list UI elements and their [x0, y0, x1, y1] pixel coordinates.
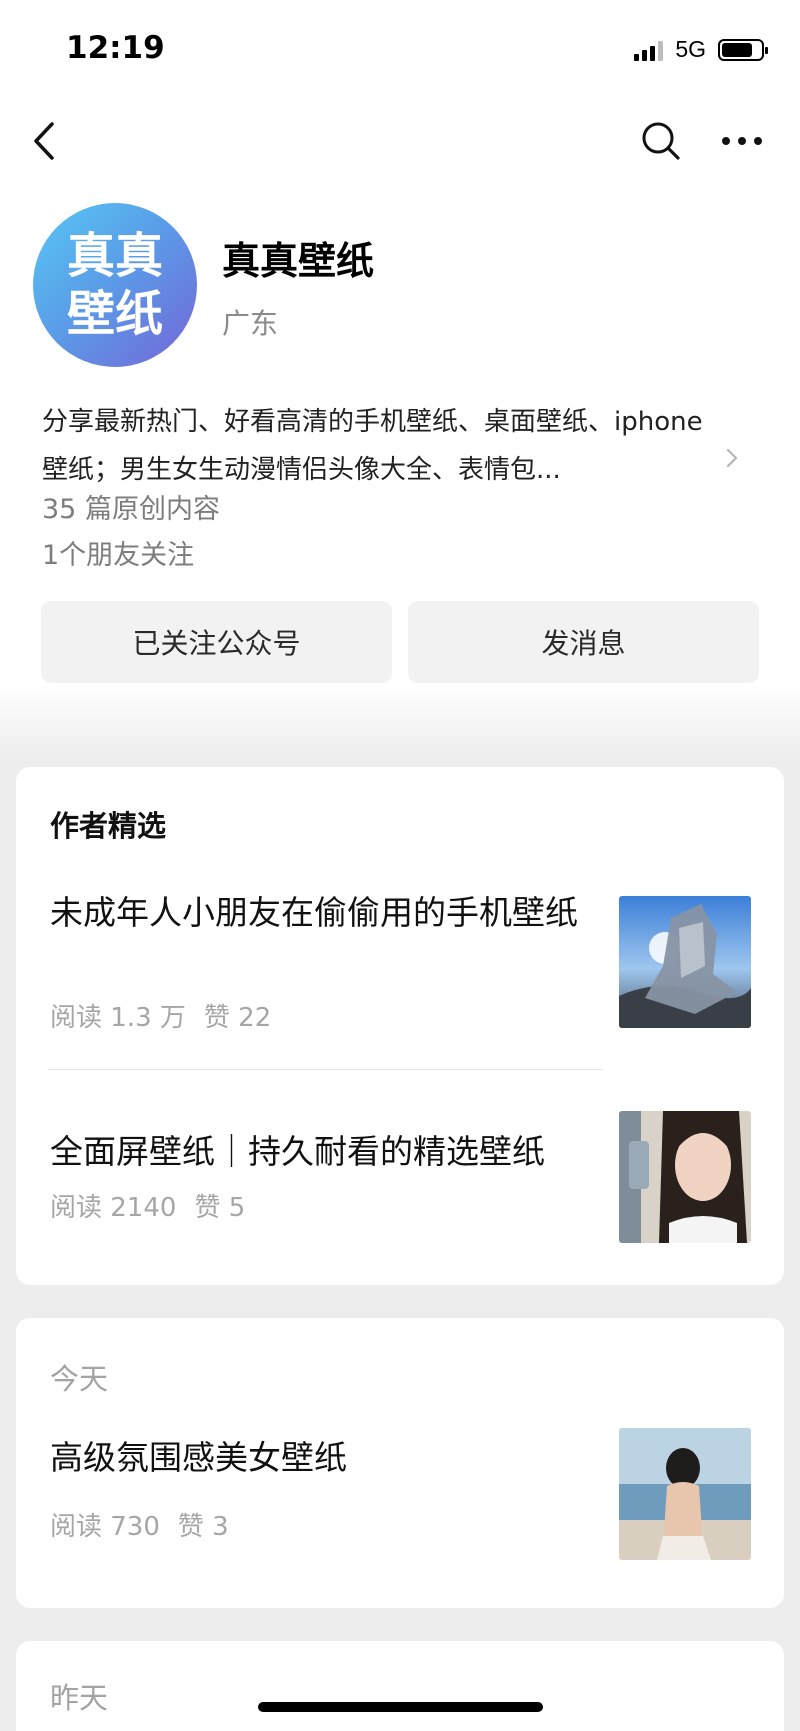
- avatar-text-line1: 真真: [66, 228, 163, 284]
- search-icon[interactable]: [640, 120, 682, 162]
- yesterday-articles-card: 昨天: [16, 1641, 784, 1731]
- article-thumbnail[interactable]: [619, 896, 751, 1028]
- chevron-right-icon[interactable]: [724, 446, 740, 470]
- section-title-today: 今天: [50, 1362, 109, 1396]
- avatar-text-line2: 壁纸: [66, 286, 163, 342]
- signal-icon: [634, 39, 664, 61]
- read-count: 阅读 1.3 万: [50, 1003, 186, 1033]
- article-meta: 阅读 1.3 万赞 22: [50, 997, 271, 1034]
- battery-icon: [718, 38, 768, 61]
- article-title[interactable]: 高级氛围感美女壁纸: [50, 1433, 610, 1483]
- like-count: 赞 5: [194, 1193, 246, 1223]
- article-thumbnail[interactable]: [619, 1111, 751, 1243]
- network-type: 5G: [675, 36, 706, 62]
- status-icons: 5G: [634, 36, 768, 63]
- friends-following[interactable]: 1个朋友关注: [42, 533, 194, 572]
- like-count: 赞 3: [177, 1512, 229, 1542]
- read-count: 阅读 730: [50, 1512, 160, 1542]
- section-title-featured: 作者精选: [50, 809, 167, 843]
- status-time: 12:19: [66, 30, 165, 66]
- article-meta: 阅读 730 赞 3: [50, 1506, 229, 1543]
- article-thumbnail[interactable]: [619, 1428, 751, 1560]
- followed-button[interactable]: 已关注公众号: [41, 601, 392, 683]
- article-divider: [48, 1069, 602, 1070]
- send-message-button[interactable]: 发消息: [408, 601, 759, 683]
- account-name: 真真壁纸: [222, 239, 375, 283]
- home-indicator: [258, 1702, 543, 1712]
- section-title-yesterday: 昨天: [50, 1681, 109, 1715]
- featured-articles-card: 作者精选 未成年人小朋友在偷偷用的手机壁纸 阅读 1.3 万赞 22 全面屏壁纸…: [16, 767, 784, 1285]
- back-arrow-icon[interactable]: [30, 118, 66, 164]
- original-content-count[interactable]: 35 篇原创内容: [42, 487, 220, 526]
- article-title[interactable]: 全面屏壁纸｜持久耐看的精选壁纸: [50, 1127, 610, 1177]
- account-avatar[interactable]: 真真 壁纸: [33, 203, 197, 367]
- account-description[interactable]: 分享最新热门、好看高清的手机壁纸、桌面壁纸、iphone壁纸；男生女生动漫情侣头…: [42, 398, 722, 494]
- article-meta: 阅读 2140 赞 5: [50, 1187, 245, 1224]
- more-options-icon[interactable]: [720, 128, 764, 154]
- today-articles-card: 今天 高级氛围感美女壁纸 阅读 730 赞 3: [16, 1318, 784, 1608]
- like-count: 赞 22: [203, 1003, 272, 1033]
- article-title[interactable]: 未成年人小朋友在偷偷用的手机壁纸: [50, 888, 610, 938]
- account-region: 广东: [222, 307, 279, 340]
- read-count: 阅读 2140: [50, 1193, 177, 1223]
